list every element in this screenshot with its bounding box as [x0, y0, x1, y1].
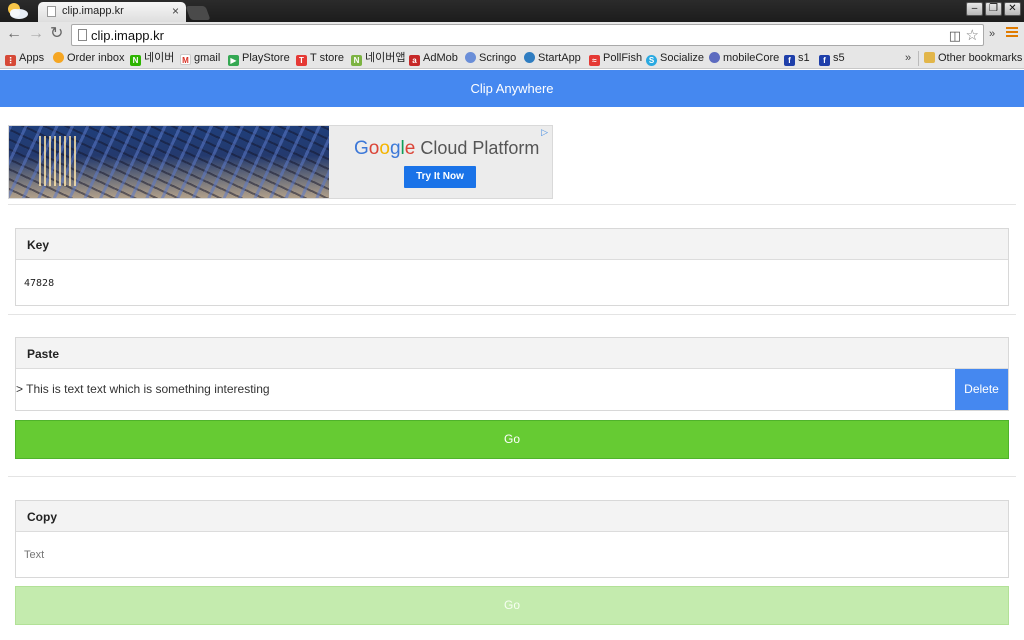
app-title: Clip Anywhere — [470, 81, 554, 96]
copy-body — [16, 532, 1008, 577]
ad-brand-logo: Google Cloud Platform — [354, 138, 540, 159]
copy-heading: Copy — [16, 501, 1008, 532]
paste-body: > This is text text which is something i… — [16, 369, 1008, 410]
paste-go-button[interactable]: Go — [15, 420, 1009, 459]
key-body: 47828 — [16, 260, 1008, 305]
paste-panel: Paste > This is text text which is somet… — [15, 337, 1009, 411]
apps-grid-icon: ⋮ — [5, 55, 16, 66]
close-window-button[interactable]: ✕ — [1004, 2, 1021, 16]
ad-datacenter-image — [9, 126, 329, 198]
bookmark-scringo[interactable]: Scringo — [465, 51, 516, 66]
browser-toolbar: ← → ↻ clip.imapp.kr ◫ ☆ » — [0, 22, 1024, 48]
bookmark-s1[interactable]: f s1 — [784, 51, 810, 66]
forward-arrow-icon[interactable]: → — [28, 26, 44, 42]
mobilecore-icon — [709, 52, 720, 63]
ad-choices-icon[interactable]: ▷ — [541, 127, 548, 138]
section-divider — [8, 314, 1016, 315]
bookmark-other-bookmarks[interactable]: Other bookmarks — [924, 51, 1022, 66]
bookmark-startapp[interactable]: StartApp — [524, 51, 581, 66]
bookmark-gmail[interactable]: Mgmail — [180, 51, 220, 66]
key-value: 47828 — [24, 278, 55, 289]
tstore-icon: T — [296, 55, 307, 66]
naver-icon: N — [130, 55, 141, 66]
socialize-icon: S — [646, 55, 657, 66]
copy-text-input[interactable] — [24, 549, 924, 561]
s5-icon: f — [819, 55, 830, 66]
order-inbox-icon — [53, 52, 64, 63]
bookmark-star-icon[interactable]: ☆ — [966, 26, 979, 44]
app-header: Clip Anywhere — [0, 70, 1024, 107]
page-icon — [78, 29, 87, 41]
bookmark-playstore[interactable]: ▶ PlayStore — [228, 51, 290, 66]
minimize-button[interactable]: – — [966, 2, 983, 16]
key-heading: Key — [16, 229, 1008, 260]
more-extensions-icon[interactable]: » — [989, 28, 995, 40]
admob-icon: a — [409, 55, 420, 66]
copy-go-button[interactable]: Go — [15, 586, 1009, 625]
pollfish-icon: ≈ — [589, 55, 600, 66]
gmail-icon: M — [180, 54, 191, 65]
playstore-icon: ▶ — [228, 55, 239, 66]
reload-icon[interactable]: ↻ — [50, 26, 63, 42]
bookmarks-divider — [918, 51, 919, 66]
scringo-icon — [465, 52, 476, 63]
window-titlebar: clip.imapp.kr × – ❐ ✕ — [0, 0, 1024, 22]
address-bar[interactable]: clip.imapp.kr ◫ ☆ — [71, 24, 984, 46]
ad-try-it-now-button[interactable]: Try It Now — [404, 166, 476, 188]
browser-tab[interactable]: clip.imapp.kr × — [38, 2, 186, 22]
delete-button[interactable]: Delete — [955, 369, 1008, 410]
ad-banner[interactable]: Google Cloud Platform Try It Now ▷ — [8, 125, 553, 199]
pasted-text[interactable]: > This is text text which is something i… — [16, 382, 270, 396]
bookmark-admob[interactable]: a AdMob — [409, 51, 458, 66]
bookmark-apps[interactable]: ⋮ Apps — [5, 51, 44, 66]
url-text[interactable]: clip.imapp.kr — [91, 28, 164, 43]
reader-mode-icon[interactable]: ◫ — [949, 28, 961, 44]
bookmark-order-inbox[interactable]: Order inbox — [53, 51, 124, 66]
page-icon — [47, 6, 56, 17]
bookmark-naver-app[interactable]: N 네이버앱 — [351, 51, 405, 66]
section-divider — [8, 476, 1016, 477]
tab-title: clip.imapp.kr — [62, 5, 124, 17]
bookmarks-overflow-icon[interactable]: » — [905, 52, 911, 64]
restore-button[interactable]: ❐ — [985, 2, 1002, 16]
bookmark-mobilecore[interactable]: mobileCore — [709, 51, 779, 66]
paste-heading: Paste — [16, 338, 1008, 369]
bookmark-socialize[interactable]: S Socialize — [646, 51, 704, 66]
key-panel: Key 47828 — [15, 228, 1009, 306]
s1-icon: f — [784, 55, 795, 66]
new-tab-button[interactable] — [185, 6, 211, 20]
copy-panel: Copy — [15, 500, 1009, 578]
tab-close-icon[interactable]: × — [172, 4, 179, 18]
bookmark-naver[interactable]: N 네이버 — [130, 51, 174, 66]
folder-icon — [924, 52, 935, 63]
bookmark-pollfish[interactable]: ≈ PollFish — [589, 51, 642, 66]
bookmark-s5[interactable]: f s5 — [819, 51, 845, 66]
startapp-icon — [524, 52, 535, 63]
menu-icon[interactable] — [1006, 27, 1018, 39]
bookmark-tstore[interactable]: TT store — [296, 51, 344, 66]
bookmarks-bar: ⋮ Apps Order inbox N 네이버 Mgmail ▶ PlayStore… — [0, 48, 1024, 69]
weather-icon — [8, 3, 28, 19]
section-divider — [8, 204, 1016, 205]
naver-app-icon: N — [351, 55, 362, 66]
back-arrow-icon[interactable]: ← — [6, 26, 22, 42]
